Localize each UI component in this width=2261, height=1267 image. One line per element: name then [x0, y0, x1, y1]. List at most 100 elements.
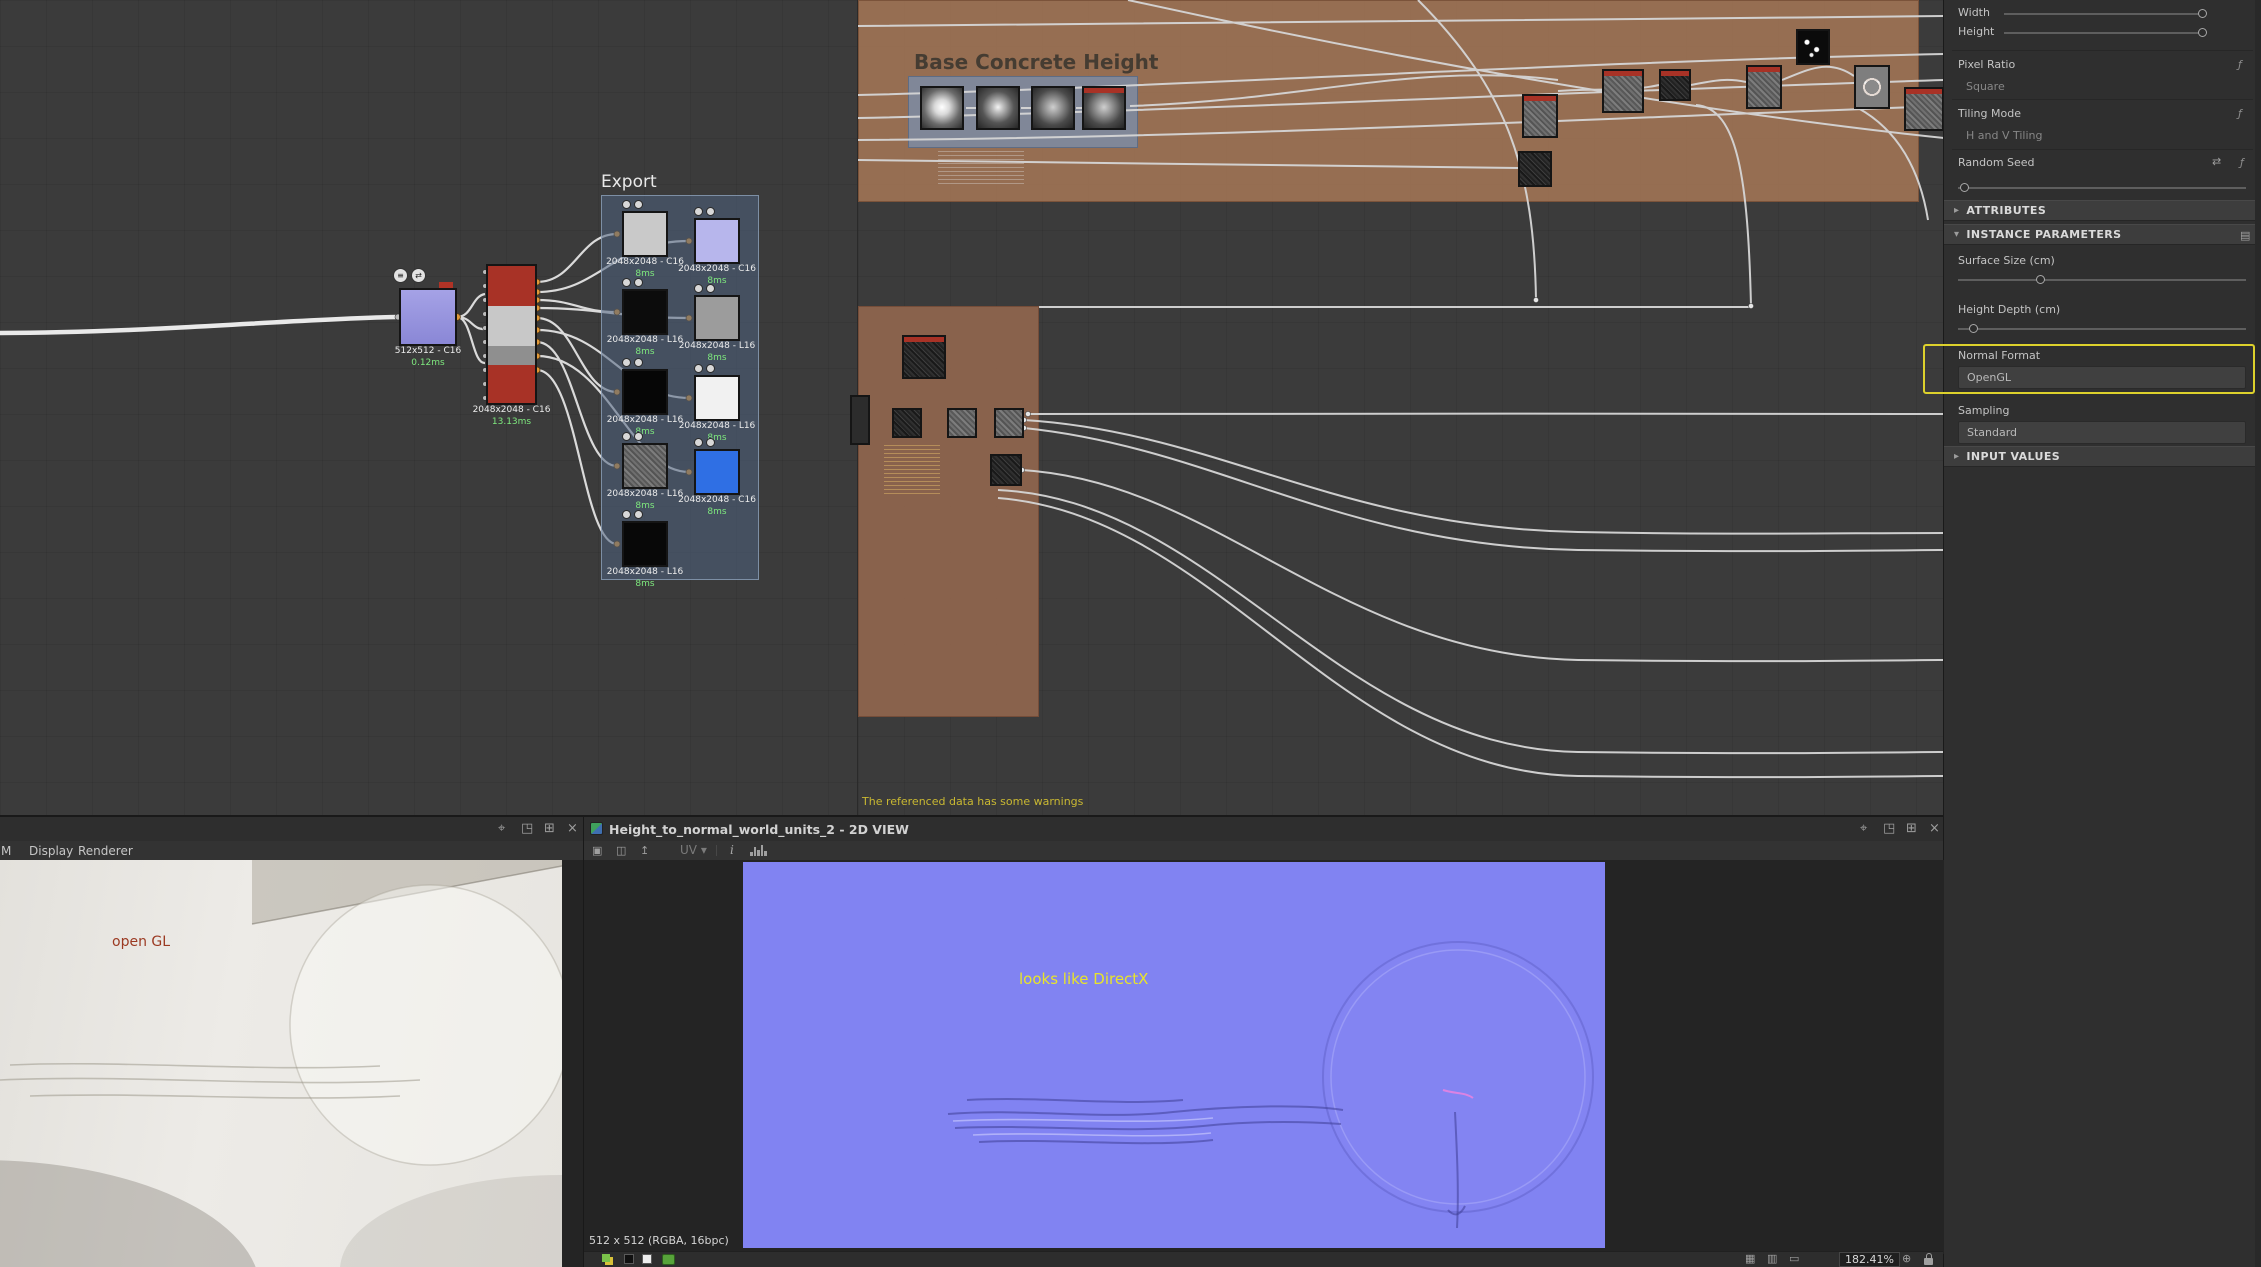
- float-icon[interactable]: ◳: [1883, 822, 1895, 836]
- export-node[interactable]: 2048x2048 - L168ms: [622, 443, 668, 489]
- uv-dropdown[interactable]: UV ▾: [680, 843, 707, 857]
- zoom-plus-icon[interactable]: ⊕: [1902, 1252, 1911, 1266]
- sampling-value: Standard: [1967, 426, 2017, 439]
- pixel-ratio-label: Pixel Ratio: [1958, 58, 2015, 71]
- section-input-values[interactable]: ▸ INPUT VALUES: [1944, 446, 2261, 467]
- graph-node[interactable]: [1522, 94, 1558, 138]
- export-node[interactable]: 2048x2048 - C168ms: [622, 211, 668, 257]
- graph-node[interactable]: [990, 454, 1022, 486]
- pin-icon[interactable]: ⌖: [498, 822, 505, 836]
- maximize-icon[interactable]: ⊞: [544, 822, 555, 836]
- info-icon[interactable]: i: [730, 843, 734, 857]
- menu-display[interactable]: Display: [29, 844, 73, 858]
- height-depth-knob[interactable]: [1969, 324, 1978, 333]
- tiling-mode-label: Tiling Mode: [1958, 107, 2021, 120]
- close-icon[interactable]: ×: [1929, 822, 1940, 836]
- pin-icon[interactable]: ⌖: [1860, 822, 1867, 836]
- viewport-3d[interactable]: open GL: [0, 860, 583, 1267]
- background-black-swatch[interactable]: [624, 1254, 634, 1264]
- zoom-level[interactable]: 182.41%: [1839, 1252, 1900, 1267]
- background-material-button[interactable]: [662, 1254, 675, 1265]
- sampling-dropdown[interactable]: Standard: [1958, 421, 2246, 444]
- graph-node[interactable]: [1746, 65, 1782, 109]
- graph-node-source[interactable]: 512x512 - C160.12ms: [399, 288, 457, 346]
- function-icon[interactable]: ƒ: [2240, 156, 2244, 169]
- graph-node[interactable]: [1602, 69, 1644, 113]
- surface-size-slider[interactable]: [1958, 279, 2246, 281]
- graph-node[interactable]: [1518, 151, 1552, 187]
- height-slider[interactable]: [2004, 32, 2204, 34]
- export-node[interactable]: 2048x2048 - L168ms: [622, 521, 668, 567]
- function-icon[interactable]: ƒ: [2238, 107, 2242, 120]
- render-3d-shading: [0, 860, 562, 1267]
- random-seed-slider[interactable]: [1958, 187, 2246, 189]
- section-attributes[interactable]: ▸ ATTRIBUTES: [1944, 200, 2261, 221]
- export-node[interactable]: 2048x2048 - L168ms: [694, 295, 740, 341]
- export-node[interactable]: 2048x2048 - C168ms: [694, 449, 740, 495]
- panel-toolbar: ▣ ◫ ↥ UV ▾ i: [584, 841, 1943, 861]
- menu-renderer[interactable]: Renderer: [78, 844, 133, 858]
- panel-options-icon[interactable]: ▤: [2240, 229, 2251, 243]
- normal-map-image: looks like DirectX: [743, 862, 1605, 1248]
- node-graph-canvas-left[interactable]: Export ≡ ⇄ 512x512 - C160.12ms 2048x2048…: [0, 0, 857, 815]
- height-depth-label: Height Depth (cm): [1958, 303, 2060, 316]
- layers-icon[interactable]: [602, 1254, 610, 1262]
- graph-node-clipped[interactable]: [1904, 87, 1944, 131]
- export-node[interactable]: 2048x2048 - L168ms: [694, 375, 740, 421]
- lock-icon[interactable]: [1924, 1258, 1933, 1265]
- node-mini-icon: [622, 200, 631, 209]
- app-window: Export ≡ ⇄ 512x512 - C160.12ms 2048x2048…: [0, 0, 2261, 1267]
- close-icon[interactable]: ×: [567, 822, 578, 836]
- surface-size-knob[interactable]: [2036, 275, 2045, 284]
- node-graph-canvas-middle[interactable]: Base Concrete Height: [857, 0, 1943, 815]
- node-caption: 2048x2048 - L168ms: [679, 341, 756, 364]
- export-node[interactable]: 2048x2048 - L168ms: [622, 369, 668, 415]
- graph-node-clipped[interactable]: [850, 395, 870, 445]
- section-instance-parameters[interactable]: ▾ INSTANCE PARAMETERS ▤: [1944, 224, 2261, 245]
- float-icon[interactable]: ◳: [521, 822, 533, 836]
- properties-panel: Width Height Pixel Ratio ƒ Square Tiling…: [1943, 0, 2261, 1267]
- tiling-mode-value[interactable]: H and V Tiling: [1966, 129, 2042, 142]
- graph-node[interactable]: [892, 408, 922, 438]
- node-mini-icon: [622, 510, 631, 519]
- menu-item-truncated[interactable]: M: [1, 844, 11, 858]
- save-icon[interactable]: ▣: [592, 844, 602, 858]
- pixel-ratio-value[interactable]: Square: [1966, 80, 2005, 93]
- height-depth-slider[interactable]: [1958, 328, 2246, 330]
- graph-node[interactable]: [1659, 69, 1691, 101]
- height-node[interactable]: [920, 86, 964, 130]
- export-node[interactable]: 2048x2048 - C168ms: [694, 218, 740, 264]
- background-white-swatch[interactable]: [642, 1254, 652, 1264]
- shuffle-icon[interactable]: ⇄: [2212, 155, 2221, 169]
- histogram-icon[interactable]: [750, 845, 767, 856]
- grid-icon[interactable]: ▦: [1745, 1252, 1755, 1266]
- export-icon[interactable]: ↥: [640, 844, 649, 858]
- chevron-down-icon: ▾: [701, 843, 707, 857]
- width-slider[interactable]: [2004, 13, 2204, 15]
- height-node[interactable]: [976, 86, 1020, 130]
- ruler-icon[interactable]: ▭: [1789, 1252, 1799, 1266]
- graph-node-converter[interactable]: 2048x2048 - C1613.13ms: [486, 264, 537, 405]
- height-node[interactable]: [1082, 86, 1126, 130]
- node-badge-swap-icon[interactable]: ⇄: [411, 268, 426, 283]
- graph-node[interactable]: [1796, 29, 1830, 65]
- viewport-2d[interactable]: looks like DirectX 512 x 512 (RGBA, 16bp…: [584, 860, 1944, 1254]
- copy-icon[interactable]: ◫: [616, 844, 626, 858]
- node-mini-icon: [634, 278, 643, 287]
- graph-warning-text: The referenced data has some warnings: [862, 795, 1083, 808]
- node-badge-list-icon[interactable]: ≡: [393, 268, 408, 283]
- graph-node[interactable]: [947, 408, 977, 438]
- graph-node[interactable]: [1854, 65, 1890, 109]
- width-slider-knob[interactable]: [2198, 9, 2207, 18]
- height-node[interactable]: [1031, 86, 1075, 130]
- comment-frame-left[interactable]: [858, 306, 1039, 717]
- panel-scrollbar[interactable]: [2255, 0, 2261, 1267]
- random-seed-knob[interactable]: [1960, 183, 1969, 192]
- export-node[interactable]: 2048x2048 - L168ms: [622, 289, 668, 335]
- function-icon[interactable]: ƒ: [2238, 58, 2242, 71]
- height-slider-knob[interactable]: [2198, 28, 2207, 37]
- graph-node[interactable]: [902, 335, 946, 379]
- tile-icon[interactable]: ▥: [1767, 1252, 1777, 1266]
- maximize-icon[interactable]: ⊞: [1906, 822, 1917, 836]
- graph-node[interactable]: [994, 408, 1024, 438]
